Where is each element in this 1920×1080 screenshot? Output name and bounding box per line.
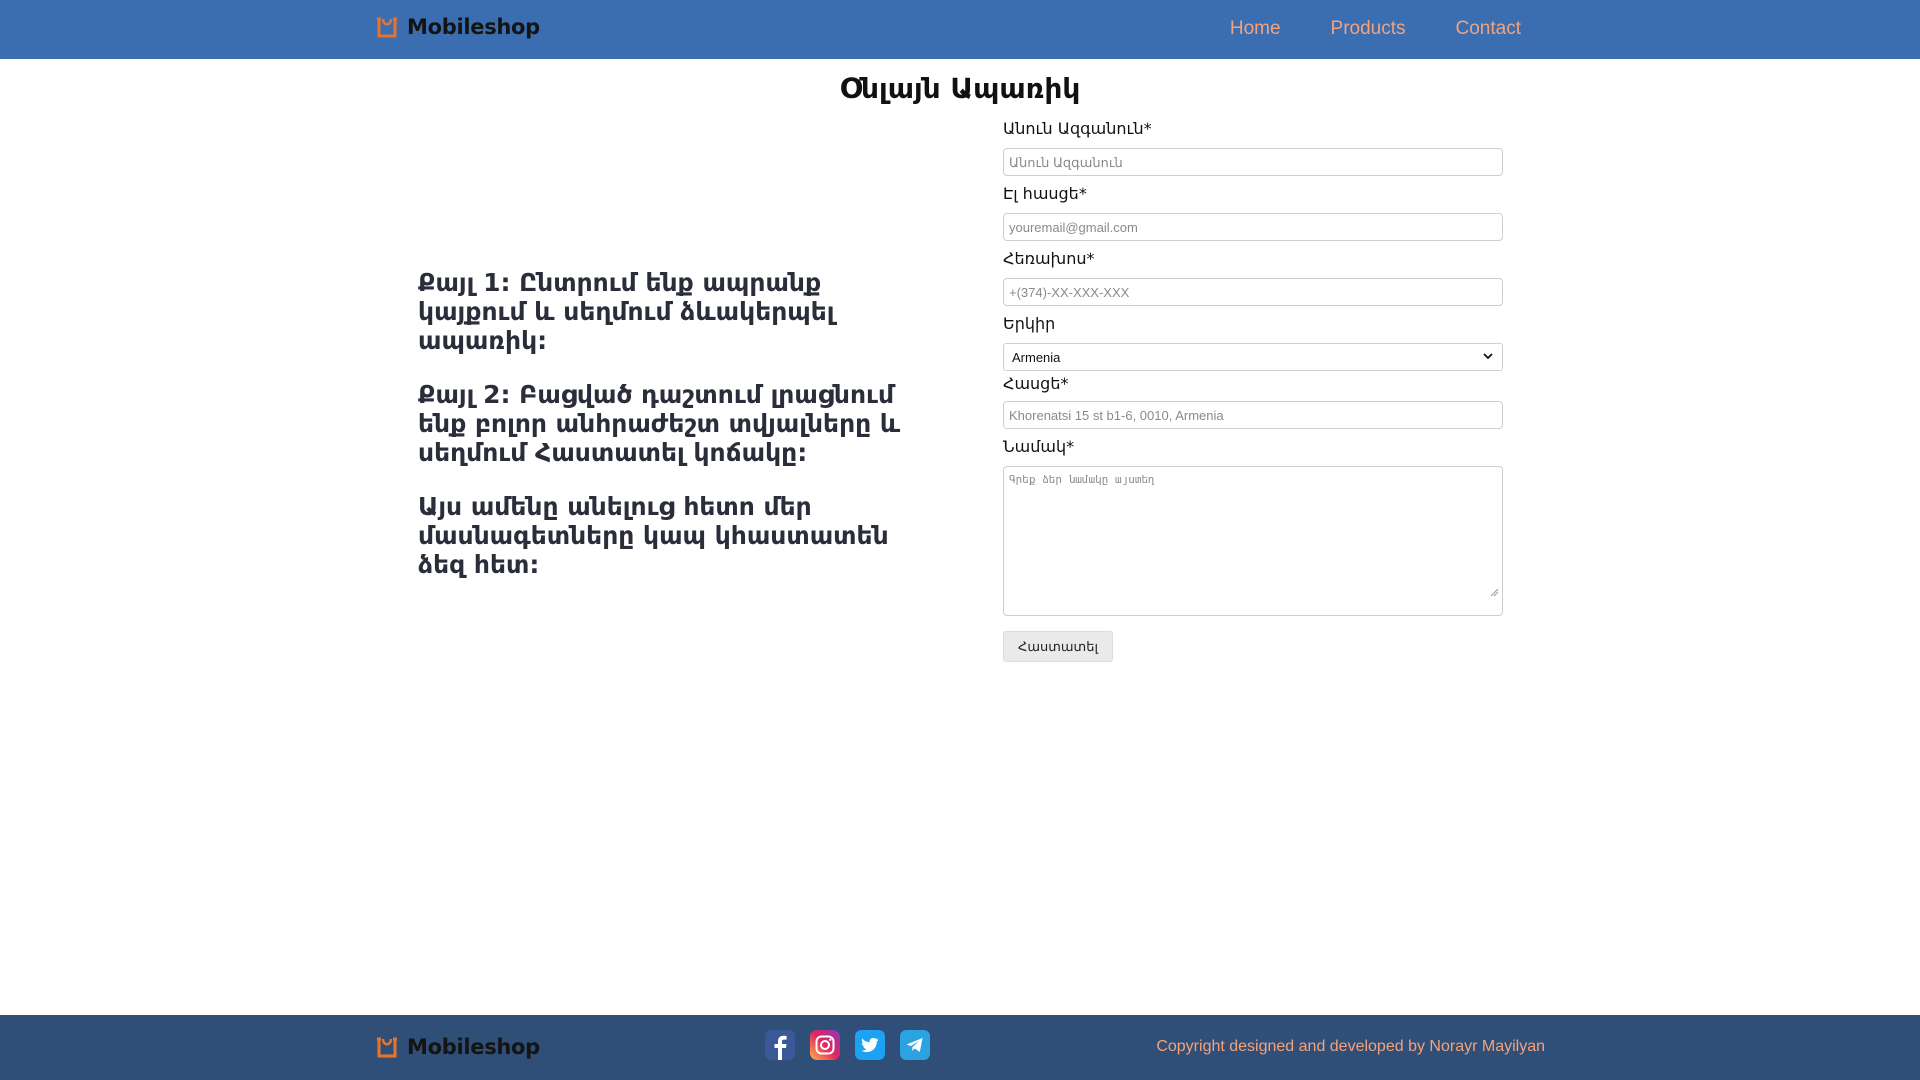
site-footer: Mobileshop (0, 1015, 1920, 1080)
address-input[interactable] (1003, 401, 1503, 429)
nav-contact-link[interactable]: Contact (1456, 18, 1521, 40)
instructions: Քայլ 1: Ընտրում ենք ապրանք կայքում և սեղ… (418, 268, 918, 604)
footer-brand-name: Mobileshop (407, 1035, 540, 1059)
main-nav: Home Products Contact (1230, 18, 1521, 40)
brand-logo[interactable]: Mobileshop (375, 15, 540, 39)
name-input[interactable] (1003, 148, 1503, 176)
name-label: Անուն Ազգանուն* (1003, 119, 1152, 138)
brand-name: Mobileshop (407, 15, 540, 39)
site-header: Mobileshop Home Products Contact (0, 0, 1920, 59)
country-label: Երկիր (1003, 314, 1056, 333)
message-textarea[interactable] (1003, 466, 1503, 616)
copyright-text: Copyright designed and developed by Nora… (1156, 1038, 1545, 1055)
phone-input[interactable] (1003, 278, 1503, 306)
nav-products-link[interactable]: Products (1331, 18, 1406, 40)
installment-form: Անուն Ազգանուն* Էլ հասցե* Հեռախոս* Երկիր… (1003, 118, 1503, 662)
step-2-text: Քայլ 2: Բացված դաշտում լրացնում ենք բոլո… (418, 380, 901, 467)
twitter-icon[interactable] (855, 1030, 885, 1060)
email-input[interactable] (1003, 213, 1503, 241)
message-label: Նամակ* (1003, 437, 1075, 456)
page-title: Օնլայն Ապառիկ (839, 72, 1081, 105)
shopping-bag-icon (377, 1037, 397, 1058)
message-wrapper (1003, 466, 1503, 616)
country-select-wrapper: Armenia (1003, 343, 1503, 371)
resize-grip-icon[interactable] (1489, 587, 1499, 597)
footer-brand-logo[interactable]: Mobileshop (375, 1035, 540, 1059)
country-select[interactable]: Armenia (1003, 343, 1503, 371)
instagram-icon[interactable] (810, 1030, 840, 1060)
step-final-text: Այս ամենը անելուց հետո մեր մասնագետները … (418, 492, 889, 579)
telegram-icon[interactable] (900, 1030, 930, 1060)
address-label: Հասցե* (1003, 374, 1069, 393)
shopping-bag-icon (377, 17, 397, 38)
social-links (765, 1030, 930, 1060)
facebook-icon[interactable] (765, 1030, 795, 1060)
email-label: Էլ հասցե* (1003, 184, 1087, 203)
phone-label: Հեռախոս* (1003, 249, 1095, 268)
nav-home-link[interactable]: Home (1230, 18, 1281, 40)
step-1-text: Քայլ 1: Ընտրում ենք ապրանք կայքում և սեղ… (418, 268, 835, 355)
submit-button[interactable]: Հաստատել (1003, 631, 1113, 662)
